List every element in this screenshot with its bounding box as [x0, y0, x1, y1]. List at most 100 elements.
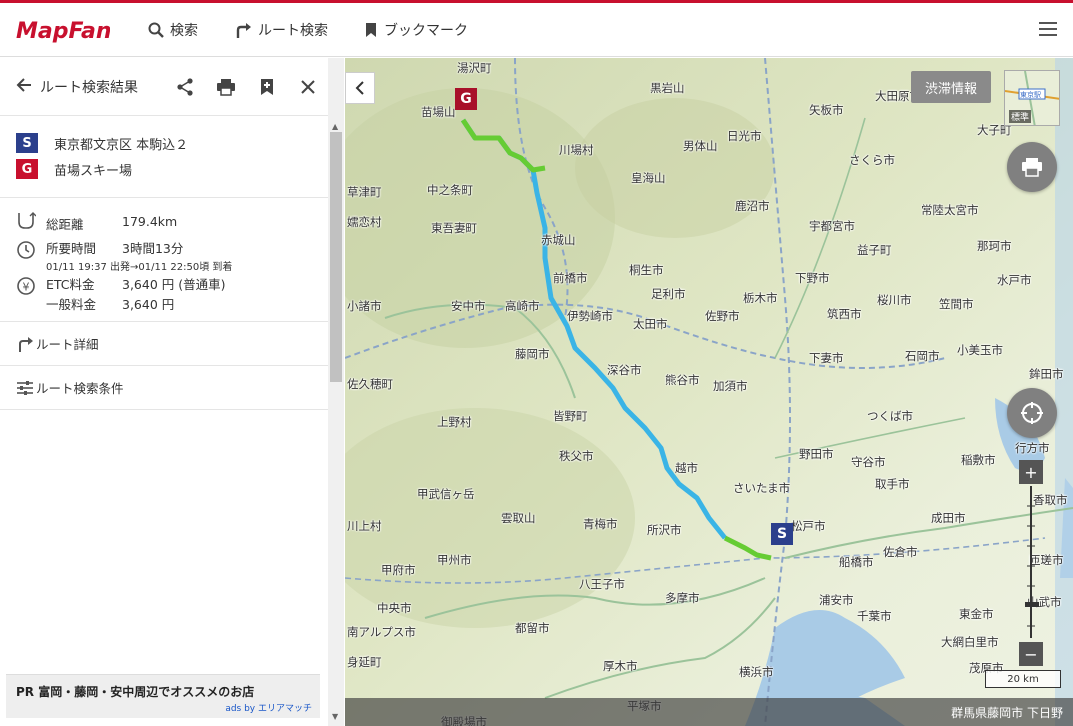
- zoom-out-label: −: [1024, 644, 1038, 664]
- map-place-label: 身延町: [347, 655, 382, 669]
- scroll-down-arrow-icon[interactable]: ▼: [332, 712, 338, 721]
- ad-thumbnail-strip: [6, 719, 320, 726]
- map-place-label: 草津町: [347, 185, 382, 199]
- mapfan-logo[interactable]: MapFan: [14, 15, 112, 45]
- zoom-slider-thumb[interactable]: [1025, 602, 1039, 607]
- map-place-label: 足利市: [651, 287, 686, 301]
- share-icon[interactable]: [164, 77, 205, 96]
- close-icon[interactable]: [287, 79, 328, 94]
- map-place-label: 甲府市: [381, 563, 416, 577]
- minimap-label: 標準: [1009, 110, 1032, 123]
- ad-source[interactable]: ads by エリアマッチ: [225, 701, 312, 714]
- nav-route-search[interactable]: ルート検索: [234, 20, 328, 40]
- map-place-label: 川場村: [559, 143, 594, 157]
- route-conditions-link[interactable]: ルート検索条件: [0, 366, 328, 410]
- map-scale: 20 km: [985, 670, 1061, 688]
- map-place-label: 常陸太宮市: [921, 203, 979, 217]
- goal-point-name: 苗場スキー場: [54, 163, 133, 179]
- map-place-label: 藤岡市: [515, 347, 550, 361]
- current-location-button[interactable]: [1007, 388, 1057, 438]
- panel-header: ルート検索結果: [0, 58, 328, 116]
- print-map-button[interactable]: [1007, 142, 1057, 192]
- map-style-thumbnail[interactable]: 東京駅 標準: [1004, 70, 1060, 126]
- map-place-label: 中之条町: [427, 183, 473, 197]
- etc-label: ETC料金: [46, 277, 95, 292]
- map-place-label: 日光市: [727, 129, 762, 143]
- distance-label: 総距離: [46, 217, 84, 232]
- hamburger-menu-icon[interactable]: [1039, 21, 1057, 40]
- goal-badge: G: [16, 159, 38, 179]
- map-place-label: 苗場山: [421, 105, 456, 119]
- panel-toggle-button[interactable]: [345, 72, 375, 104]
- map-place-label: 甲武信ヶ岳: [417, 487, 475, 501]
- traffic-info-button[interactable]: 渋滞情報: [911, 71, 991, 103]
- general-fee-label: 一般料金: [46, 297, 97, 312]
- map-place-label: 多摩市: [665, 591, 700, 605]
- map-place-label: 益子町: [857, 243, 892, 257]
- route-turn-icon: [236, 22, 251, 38]
- ad-banner[interactable]: PR 富岡・藤岡・安中周辺でオススメのお店 ads by エリアマッチ: [6, 674, 320, 718]
- route-result-panel: ルート検索結果 S 東京都文京区 本駒込２ G 苗場スキー場 総距離 179.4…: [0, 58, 344, 726]
- map-place-label: 佐久穂町: [347, 377, 393, 391]
- zoom-out-button[interactable]: −: [1019, 642, 1043, 666]
- scroll-up-arrow-icon[interactable]: ▲: [332, 122, 338, 131]
- nav-bookmark[interactable]: ブックマーク: [364, 20, 468, 40]
- map-place-label: 守谷市: [851, 455, 886, 469]
- chevron-left-icon: [355, 81, 364, 95]
- start-point-row[interactable]: S 東京都文京区 本駒込２: [16, 130, 312, 156]
- map-place-label: 東金市: [959, 607, 994, 621]
- print-icon[interactable]: [205, 78, 246, 96]
- map-place-label: 男体山: [683, 139, 718, 153]
- route-detail-link[interactable]: ルート詳細: [0, 322, 328, 366]
- scroll-thumb[interactable]: [330, 132, 342, 382]
- route-turn-icon: [19, 336, 33, 352]
- map-place-label: 野田市: [799, 447, 834, 461]
- map-view[interactable]: 湯沢町 黒岩山 矢板市 大田原市 苗場山 日光市 大子町 男体山 川場村 さくら市 皇海山 草津町 中之…: [345, 58, 1073, 726]
- map-place-label: 厚木市: [603, 659, 638, 673]
- yen-icon: ¥: [16, 276, 36, 299]
- goal-marker[interactable]: G: [455, 88, 477, 110]
- map-place-label: さくら市: [849, 153, 895, 167]
- goal-point-row[interactable]: G 苗場スキー場: [16, 156, 312, 182]
- map-place-label: 南アルプス市: [347, 625, 416, 639]
- zoom-slider-track[interactable]: [1025, 486, 1039, 638]
- map-place-label: 水戸市: [997, 273, 1032, 287]
- crosshair-icon: [1021, 402, 1043, 424]
- start-marker[interactable]: S: [771, 523, 793, 545]
- back-arrow-icon[interactable]: [16, 77, 32, 96]
- map-place-label: 黒岩山: [650, 81, 685, 95]
- distance-icon: [16, 212, 37, 233]
- map-place-label: 松戸市: [791, 519, 826, 533]
- clock-icon: [16, 240, 36, 263]
- map-place-label: 安中市: [451, 299, 486, 313]
- map-place-label: 嬬恋村: [347, 215, 382, 229]
- map-place-label: 深谷市: [607, 363, 642, 377]
- map-background: [345, 58, 1073, 726]
- nav-search[interactable]: 検索: [148, 20, 198, 40]
- map-place-label: 熊谷市: [665, 373, 700, 387]
- map-place-label: 越市: [675, 461, 698, 475]
- panel-scrollbar[interactable]: ▲ ▼: [328, 58, 344, 726]
- sliders-icon: [17, 380, 33, 395]
- map-place-label: 赤城山: [541, 233, 576, 247]
- start-point-name: 東京都文京区 本駒込２: [54, 137, 189, 153]
- map-place-label: 矢板市: [809, 103, 844, 117]
- zoom-in-label: +: [1024, 462, 1038, 482]
- nav-route-label: ルート検索: [258, 22, 328, 39]
- map-place-label: 上野村: [437, 415, 472, 429]
- route-summary: 総距離 179.4km 所要時間 3時間13分 01/11 19:37 出発→0…: [0, 198, 328, 322]
- map-place-label: 取手市: [875, 477, 910, 491]
- zoom-in-button[interactable]: +: [1019, 460, 1043, 484]
- map-place-label: 桜川市: [877, 293, 912, 307]
- map-place-label: 鹿沼市: [735, 199, 770, 213]
- time-value: 3時間13分: [122, 241, 184, 256]
- add-bookmark-icon[interactable]: [246, 78, 287, 96]
- map-place-label: 甲州市: [437, 553, 472, 567]
- time-label: 所要時間: [46, 241, 97, 256]
- route-detail-label: ルート詳細: [36, 337, 99, 352]
- map-place-label: 川上村: [347, 519, 382, 533]
- search-icon: [148, 22, 164, 38]
- time-detail: 01/11 19:37 出発→01/11 22:50頃 到着: [46, 262, 233, 273]
- map-place-label: 桐生市: [629, 263, 664, 277]
- traffic-info-label: 渋滞情報: [924, 81, 977, 97]
